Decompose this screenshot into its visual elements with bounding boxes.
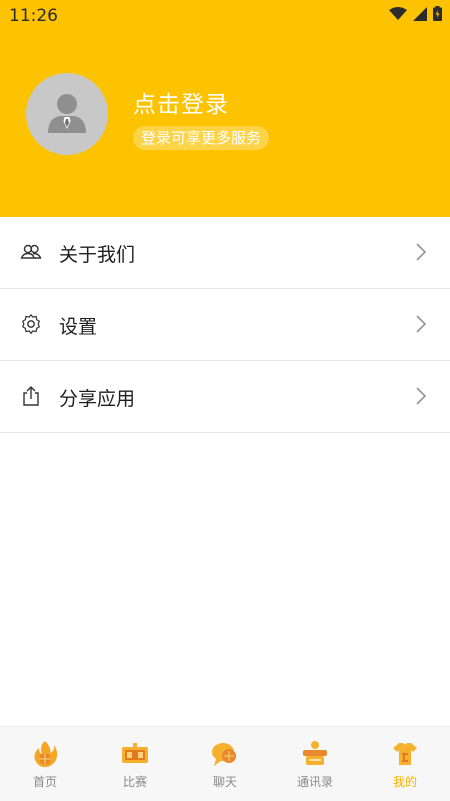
login-prompt[interactable]: 点击登录 [133, 85, 229, 119]
default-user-icon [48, 94, 86, 133]
status-time: 11:26 [9, 6, 58, 26]
bottom-tab-bar: 首页 比赛 聊天 通讯录 我的 [0, 726, 450, 801]
chevron-right-icon [416, 315, 427, 333]
status-icons [389, 6, 442, 21]
avatar[interactable] [26, 73, 108, 155]
menu-item-settings[interactable]: 设置 [0, 289, 450, 361]
wifi-icon [389, 6, 407, 20]
tab-label-home: 首页 [32, 775, 57, 789]
chevron-right-icon [416, 387, 427, 405]
tab-matches[interactable]: 比赛 [90, 727, 180, 801]
tab-label-profile: 我的 [392, 775, 417, 789]
tab-home[interactable]: 首页 [0, 727, 90, 801]
menu-label-about-us: 关于我们 [59, 244, 136, 266]
menu-item-share-app[interactable]: 分享应用 [0, 361, 450, 433]
login-benefit-badge: 登录可享更多服务 [133, 126, 270, 150]
battery-icon [433, 6, 442, 21]
tab-profile[interactable]: 我的 [360, 727, 450, 801]
chat-bubble-icon [212, 743, 236, 766]
menu-item-about-us[interactable]: 关于我们 [0, 217, 450, 289]
chevron-right-icon [416, 243, 427, 261]
menu-label-settings: 设置 [59, 316, 98, 338]
signal-icon [413, 6, 427, 21]
people-icon [20, 244, 42, 259]
tab-label-matches: 比赛 [122, 775, 147, 789]
tab-contacts[interactable]: 通讯录 [270, 727, 360, 801]
contacts-icon [303, 741, 327, 765]
settings-menu: 关于我们 设置 分享应用 [0, 217, 450, 433]
scoreboard-icon [122, 743, 148, 763]
tab-label-contacts: 通讯录 [296, 775, 333, 789]
profile-shirt-icon [393, 743, 417, 765]
profile-header: 11:26 点击登录 登录可享更多服务 [0, 0, 450, 217]
status-bar: 11:26 [0, 0, 450, 32]
gear-icon [22, 313, 41, 335]
tab-label-chat: 聊天 [212, 775, 237, 789]
home-basketball-icon [34, 741, 58, 767]
menu-label-share-app: 分享应用 [59, 388, 136, 410]
share-icon [23, 386, 39, 406]
tab-chat[interactable]: 聊天 [180, 727, 270, 801]
